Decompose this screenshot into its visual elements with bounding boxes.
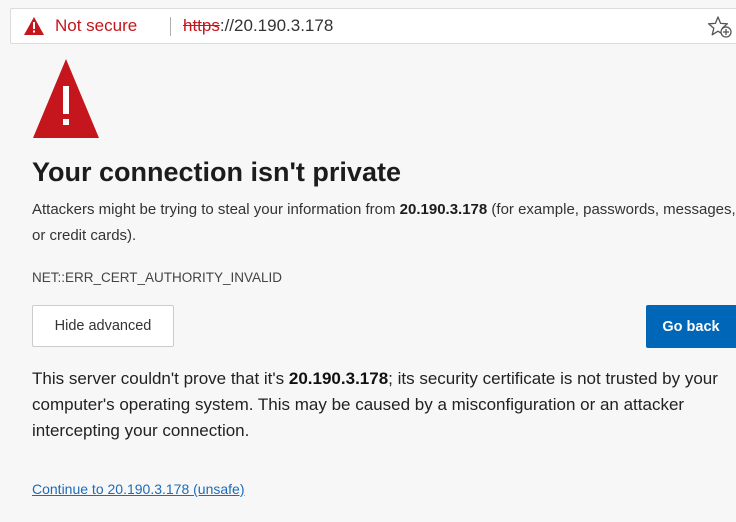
details-text-1: This server couldn't prove that it's [32,369,289,388]
url-scheme: https [183,16,220,35]
address-bar[interactable]: Not secure https://20.190.3.178 [10,8,736,44]
warning-description: Attackers might be trying to steal your … [32,197,736,249]
warning-triangle-icon [33,59,99,138]
error-code: NET::ERR_CERT_AUTHORITY_INVALID [32,270,283,285]
desc-host: 20.190.3.178 [399,201,488,218]
details-host: 20.190.3.178 [288,369,389,388]
go-back-button[interactable]: Go back [646,305,736,348]
favorite-star-add-icon[interactable] [707,15,733,39]
page-title: Your connection isn't private [32,157,401,187]
desc-text-1: Attackers might be trying to steal your … [32,201,400,218]
hide-advanced-button[interactable]: Hide advanced [32,305,174,347]
url-text[interactable]: https://20.190.3.178 [183,15,333,37]
address-separator [170,17,171,36]
url-host: ://20.190.3.178 [219,16,334,35]
warning-icon[interactable] [24,17,44,35]
advanced-details: This server couldn't prove that it's 20.… [32,366,732,444]
not-secure-label[interactable]: Not secure [55,15,137,37]
continue-unsafe-link[interactable]: Continue to 20.190.3.178 (unsafe) [32,480,245,498]
